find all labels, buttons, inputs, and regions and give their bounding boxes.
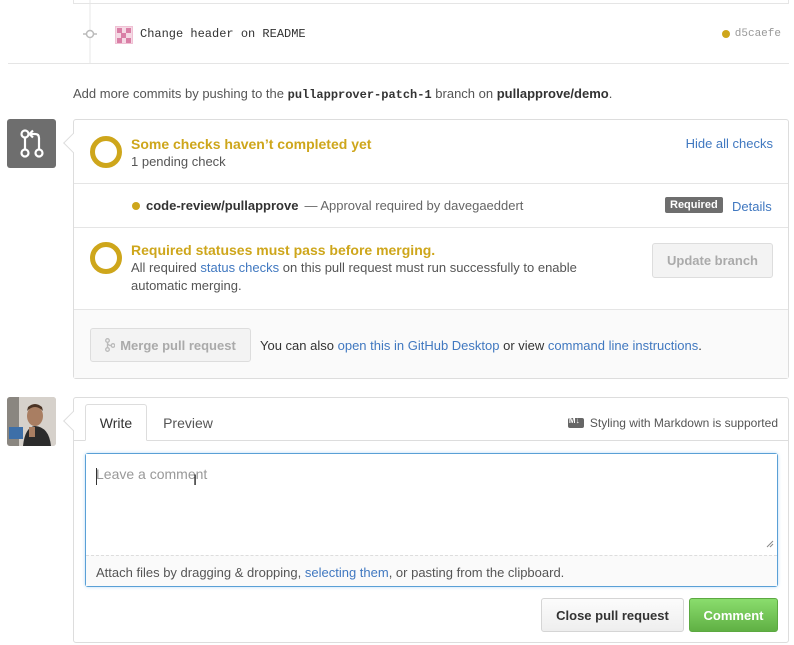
push-note-prefix: Add more commits by pushing to the: [73, 86, 284, 101]
resize-grip-icon[interactable]: [766, 540, 774, 548]
merge-alternatives: You can also open this in GitHub Desktop…: [260, 338, 702, 353]
ibeam-cursor-icon: I: [193, 473, 198, 489]
select-files-link[interactable]: selecting them: [305, 565, 389, 580]
github-desktop-link[interactable]: open this in GitHub Desktop: [338, 338, 500, 353]
merge-box: Some checks haven’t completed yet 1 pend…: [63, 119, 789, 379]
attach-text-1: Attach files by dragging & dropping,: [96, 565, 302, 580]
branch-name: pullapprover-patch-1: [287, 88, 432, 102]
required-title: Required statuses must pass before mergi…: [131, 242, 436, 258]
pending-status-icon: [132, 201, 140, 210]
also-text: You can also: [260, 338, 334, 353]
status-item: code-review/pullapprove — Approval requi…: [132, 198, 523, 213]
required-badge: Required: [665, 197, 723, 213]
merge-button-label: Merge pull request: [120, 337, 236, 353]
pending-ring-icon: [90, 136, 122, 168]
status-checks-link[interactable]: status checks: [200, 260, 279, 275]
divider: [8, 63, 789, 64]
checks-summary: Some checks haven’t completed yet 1 pend…: [74, 120, 788, 184]
push-note-suffix: .: [608, 86, 613, 101]
avatar[interactable]: [7, 397, 56, 446]
checks-subtitle: 1 pending check: [131, 154, 226, 169]
commit-message[interactable]: Change header on README: [140, 27, 306, 41]
markdown-note[interactable]: Styling with Markdown is supported: [567, 416, 778, 430]
comment-box-pointer: [63, 411, 83, 431]
required-description: All required status checks on this pull …: [131, 259, 601, 295]
comment-box: Write Preview Styling with Markdown is s…: [63, 397, 789, 643]
comment-field-wrapper: I Attach files by dragging & dropping, s…: [85, 453, 778, 587]
checks-title: Some checks haven’t completed yet: [131, 136, 372, 152]
merge-pull-request-button[interactable]: Merge pull request: [90, 328, 251, 362]
git-merge-icon: [105, 338, 116, 352]
tab-preview[interactable]: Preview: [153, 404, 223, 441]
or-view-text: or view: [503, 338, 545, 353]
required-desc-2: on this pull request must run successful…: [282, 260, 577, 275]
details-link[interactable]: Details: [732, 199, 772, 214]
command-line-link[interactable]: command line instructions: [548, 338, 698, 353]
attach-files-bar[interactable]: Attach files by dragging & dropping, sel…: [86, 555, 777, 586]
hide-checks-link[interactable]: Hide all checks: [686, 136, 773, 151]
commit-sha-text[interactable]: d5caefe: [735, 28, 781, 40]
commit-author-avatar[interactable]: [115, 26, 133, 44]
tab-write[interactable]: Write: [85, 404, 147, 441]
commit-icon: [83, 28, 97, 40]
markdown-icon: [567, 416, 584, 428]
comment-textarea[interactable]: [86, 454, 777, 554]
update-branch-button[interactable]: Update branch: [652, 243, 773, 278]
push-note: Add more commits by pushing to the pulla…: [73, 86, 612, 102]
status-description: — Approval required by davegaeddert: [304, 198, 524, 213]
comment-button[interactable]: Comment: [689, 598, 778, 632]
commit-row: Change header on README d5caefe: [73, 4, 789, 62]
git-pull-request-icon: [7, 119, 56, 168]
close-pull-request-button[interactable]: Close pull request: [541, 598, 684, 632]
required-desc-1: All required: [131, 260, 197, 275]
required-statuses-section: Required statuses must pass before mergi…: [74, 228, 788, 310]
pending-status-icon[interactable]: [721, 30, 730, 38]
attach-text-2: , or pasting from the clipboard.: [388, 565, 565, 580]
pending-ring-icon: [90, 242, 122, 274]
push-note-middle: branch on: [435, 86, 494, 101]
required-desc-3: automatic merging.: [131, 278, 242, 293]
repo-name: pullapprove/demo: [496, 86, 609, 101]
markdown-note-text[interactable]: Styling with Markdown is supported: [590, 416, 778, 430]
text-caret: [96, 468, 97, 485]
period-text: .: [698, 338, 702, 353]
status-context: code-review/pullapprove: [146, 198, 299, 213]
commit-sha[interactable]: d5caefe: [721, 28, 781, 40]
